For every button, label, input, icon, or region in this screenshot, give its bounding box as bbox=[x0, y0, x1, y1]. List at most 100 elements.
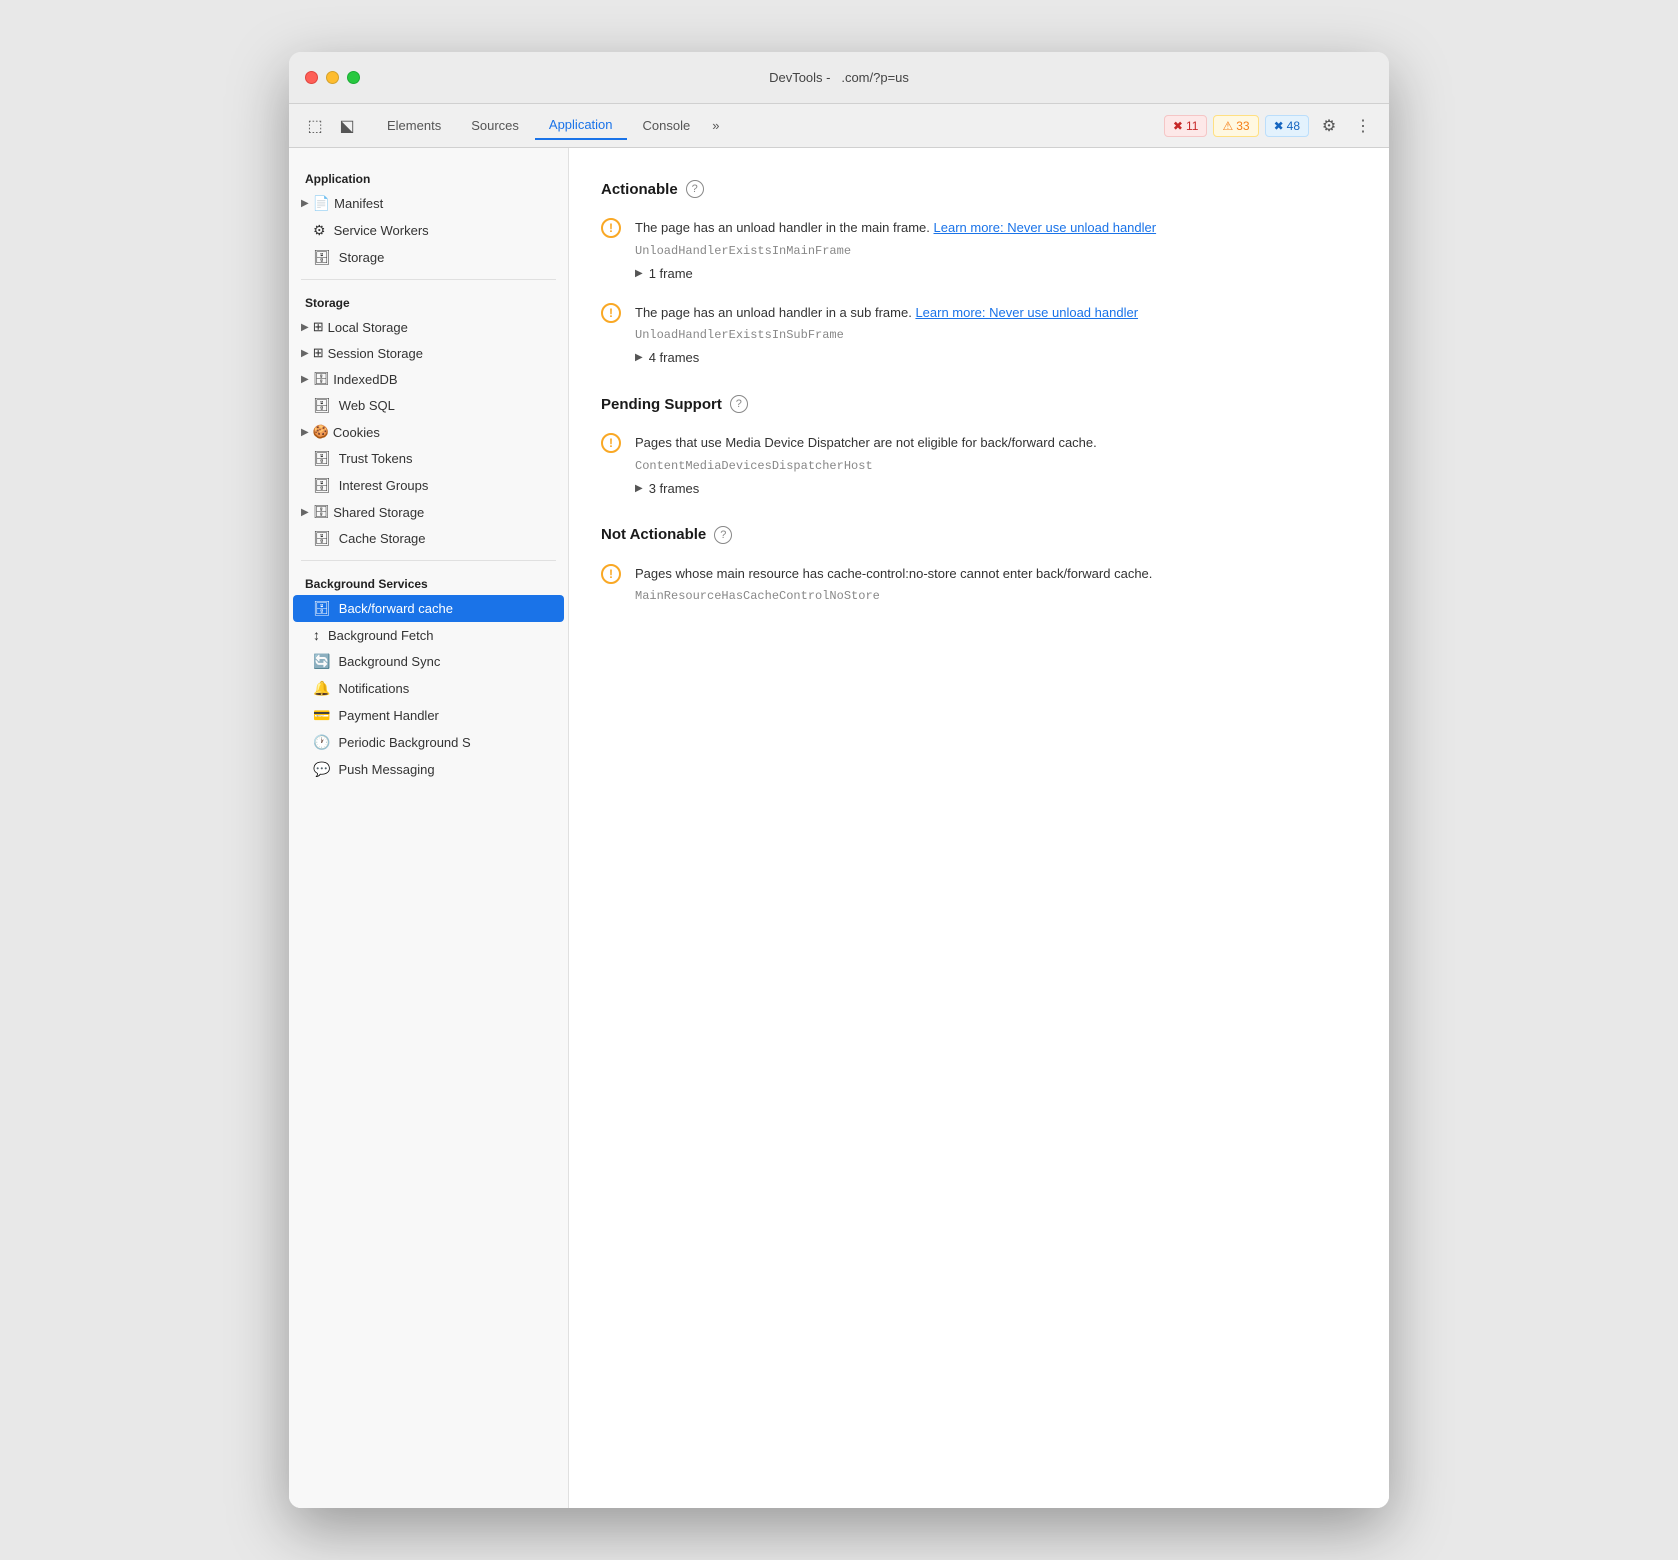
back-forward-cache-label: Back/forward cache bbox=[339, 601, 453, 616]
actionable-header: Actionable ? bbox=[601, 180, 1357, 198]
issue-code-unload-main: UnloadHandlerExistsInMainFrame bbox=[635, 244, 1357, 258]
payment-handler-icon: 💳 bbox=[313, 707, 330, 724]
payment-handler-label: Payment Handler bbox=[338, 708, 438, 723]
sidebar-item-notifications[interactable]: 🔔 Notifications bbox=[293, 675, 564, 702]
issue-cache-control-no-store: ! Pages whose main resource has cache-co… bbox=[601, 564, 1357, 610]
sidebar-item-web-sql[interactable]: 🗄 Web SQL bbox=[293, 392, 564, 419]
issue-text-cache-control: Pages whose main resource has cache-cont… bbox=[635, 564, 1357, 584]
sidebar-item-cookies[interactable]: ▶ 🍪 Cookies bbox=[293, 419, 564, 445]
more-tabs-button[interactable]: » bbox=[706, 114, 725, 137]
issue-unload-main-frame: ! The page has an unload handler in the … bbox=[601, 218, 1357, 283]
issue-content-cache-control: Pages whose main resource has cache-cont… bbox=[635, 564, 1357, 610]
maximize-button[interactable] bbox=[347, 71, 360, 84]
notifications-label: Notifications bbox=[338, 681, 409, 696]
not-actionable-header: Not Actionable ? bbox=[601, 526, 1357, 544]
tab-sources[interactable]: Sources bbox=[457, 112, 533, 139]
learn-more-link-unload-main[interactable]: Learn more: Never use unload handler bbox=[934, 220, 1157, 235]
device-icon-button[interactable]: ⬕ bbox=[333, 112, 361, 140]
indexeddb-label: IndexedDB bbox=[333, 372, 397, 387]
sidebar-item-storage[interactable]: 🗄 Storage bbox=[293, 244, 564, 271]
frames-text-unload-main: 1 frame bbox=[649, 266, 693, 281]
sidebar-item-trust-tokens[interactable]: 🗄 Trust Tokens bbox=[293, 445, 564, 472]
local-storage-icon: ⊞ bbox=[313, 319, 324, 335]
sidebar-item-push-messaging[interactable]: 💬 Push Messaging bbox=[293, 756, 564, 783]
errors-badge[interactable]: ✖ 11 bbox=[1164, 115, 1208, 137]
sidebar-item-payment-handler[interactable]: 💳 Payment Handler bbox=[293, 702, 564, 729]
sidebar-item-indexeddb[interactable]: ▶ 🗄 IndexedDB bbox=[293, 366, 564, 392]
sidebar-item-service-workers[interactable]: ⚙ Service Workers bbox=[293, 217, 564, 244]
issue-frames-media-device[interactable]: ▶ 3 frames bbox=[635, 479, 1357, 498]
minimize-button[interactable] bbox=[326, 71, 339, 84]
warning-icon-media-device: ! bbox=[601, 433, 621, 453]
trust-tokens-icon: 🗄 bbox=[313, 450, 331, 467]
content-panel: Actionable ? ! The page has an unload ha… bbox=[569, 148, 1389, 1508]
actionable-section: Actionable ? ! The page has an unload ha… bbox=[601, 180, 1357, 367]
session-storage-chevron: ▶ bbox=[301, 348, 309, 359]
background-fetch-icon: ↕ bbox=[313, 627, 320, 643]
web-sql-icon: 🗄 bbox=[313, 397, 331, 414]
toolbar-badges: ✖ 11 ⚠ 33 ✖ 48 ⚙ ⋮ bbox=[1164, 112, 1377, 140]
sidebar-item-background-fetch[interactable]: ↕ Background Fetch bbox=[293, 622, 564, 648]
tab-elements[interactable]: Elements bbox=[373, 112, 455, 139]
issues-badge[interactable]: ✖ 48 bbox=[1265, 115, 1309, 137]
issue-content-unload-main: The page has an unload handler in the ma… bbox=[635, 218, 1357, 283]
not-actionable-title: Not Actionable bbox=[601, 526, 706, 543]
toolbar-icons: ⬚ ⬕ bbox=[301, 112, 361, 140]
storage-label: Storage bbox=[339, 250, 385, 265]
sidebar: Application ▶ 📄 Manifest ⚙ Service Worke… bbox=[289, 148, 569, 1508]
close-button[interactable] bbox=[305, 71, 318, 84]
issue-content-unload-sub: The page has an unload handler in a sub … bbox=[635, 303, 1357, 368]
sidebar-item-session-storage[interactable]: ▶ ⊞ Session Storage bbox=[293, 340, 564, 366]
main-content: Application ▶ 📄 Manifest ⚙ Service Worke… bbox=[289, 148, 1389, 1508]
divider-1 bbox=[301, 279, 556, 280]
warning-icon-cache-control: ! bbox=[601, 564, 621, 584]
manifest-icon: 📄 bbox=[313, 195, 330, 212]
sidebar-item-back-forward-cache[interactable]: 🗄 Back/forward cache bbox=[293, 595, 564, 622]
sidebar-item-shared-storage[interactable]: ▶ 🗄 Shared Storage bbox=[293, 499, 564, 525]
issue-frames-unload-sub[interactable]: ▶ 4 frames bbox=[635, 348, 1357, 367]
frames-text-unload-sub: 4 frames bbox=[649, 350, 700, 365]
service-workers-icon: ⚙ bbox=[313, 222, 326, 239]
pending-support-title: Pending Support bbox=[601, 396, 722, 413]
cursor-icon-button[interactable]: ⬚ bbox=[301, 112, 329, 140]
manifest-label: Manifest bbox=[334, 196, 383, 211]
sidebar-item-interest-groups[interactable]: 🗄 Interest Groups bbox=[293, 472, 564, 499]
background-sync-icon: 🔄 bbox=[313, 653, 330, 670]
sidebar-item-background-sync[interactable]: 🔄 Background Sync bbox=[293, 648, 564, 675]
actionable-help[interactable]: ? bbox=[686, 180, 704, 198]
back-forward-cache-icon: 🗄 bbox=[313, 600, 331, 617]
not-actionable-help[interactable]: ? bbox=[714, 526, 732, 544]
sidebar-item-periodic-background[interactable]: 🕐 Periodic Background S bbox=[293, 729, 564, 756]
session-storage-icon: ⊞ bbox=[313, 345, 324, 361]
shared-storage-icon: 🗄 bbox=[313, 504, 330, 520]
not-actionable-section: Not Actionable ? ! Pages whose main reso… bbox=[601, 526, 1357, 610]
titlebar: DevTools - .com/?p=us bbox=[289, 52, 1389, 104]
issues-icon: ✖ bbox=[1274, 119, 1284, 133]
shared-storage-chevron: ▶ bbox=[301, 507, 309, 518]
settings-button[interactable]: ⚙ bbox=[1315, 112, 1343, 140]
more-options-button[interactable]: ⋮ bbox=[1349, 112, 1377, 140]
sidebar-item-cache-storage[interactable]: 🗄 Cache Storage bbox=[293, 525, 564, 552]
indexeddb-chevron: ▶ bbox=[301, 374, 309, 385]
cookies-icon: 🍪 bbox=[313, 424, 329, 440]
warning-icon: ⚠ bbox=[1222, 119, 1233, 133]
pending-support-help[interactable]: ? bbox=[730, 395, 748, 413]
issue-content-media-device: Pages that use Media Device Dispatcher a… bbox=[635, 433, 1357, 498]
trust-tokens-label: Trust Tokens bbox=[339, 451, 413, 466]
tab-application[interactable]: Application bbox=[535, 111, 627, 140]
web-sql-label: Web SQL bbox=[339, 398, 395, 413]
issue-code-media-device: ContentMediaDevicesDispatcherHost bbox=[635, 459, 1357, 473]
sidebar-item-local-storage[interactable]: ▶ ⊞ Local Storage bbox=[293, 314, 564, 340]
sidebar-item-manifest[interactable]: ▶ 📄 Manifest bbox=[293, 190, 564, 217]
issue-code-unload-sub: UnloadHandlerExistsInSubFrame bbox=[635, 328, 1357, 342]
tab-console[interactable]: Console bbox=[629, 112, 705, 139]
local-storage-chevron: ▶ bbox=[301, 322, 309, 333]
learn-more-link-unload-sub[interactable]: Learn more: Never use unload handler bbox=[915, 305, 1138, 320]
titlebar-title: DevTools - .com/?p=us bbox=[769, 70, 909, 85]
issue-frames-unload-main[interactable]: ▶ 1 frame bbox=[635, 264, 1357, 283]
session-storage-label: Session Storage bbox=[328, 346, 423, 361]
periodic-background-label: Periodic Background S bbox=[338, 735, 470, 750]
interest-groups-icon: 🗄 bbox=[313, 477, 331, 494]
warnings-badge[interactable]: ⚠ 33 bbox=[1213, 115, 1258, 137]
notifications-icon: 🔔 bbox=[313, 680, 330, 697]
